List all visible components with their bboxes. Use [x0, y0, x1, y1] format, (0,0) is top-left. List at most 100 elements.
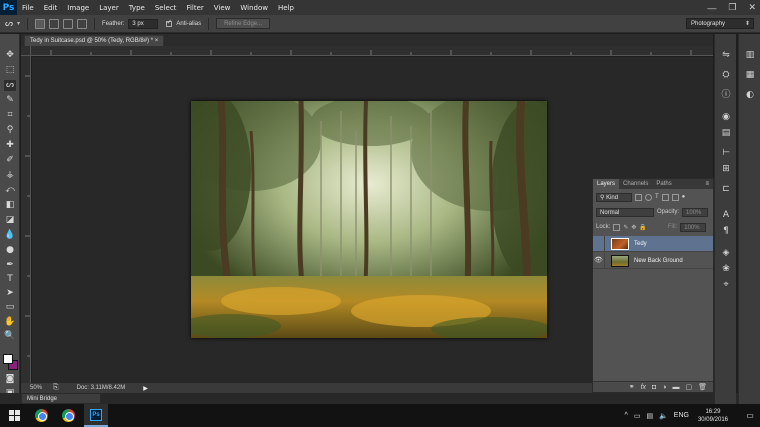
- histogram-icon[interactable]: ⇋: [720, 50, 732, 61]
- rectangle-tool-icon[interactable]: ▭: [4, 302, 16, 313]
- new-selection-icon[interactable]: [35, 18, 46, 29]
- windows-start-icon[interactable]: [9, 410, 20, 421]
- mini-bridge-tab[interactable]: Mini Bridge: [21, 393, 101, 404]
- crop-tool-icon[interactable]: ⌗: [4, 110, 16, 121]
- link-layers-icon[interactable]: ⚭: [629, 383, 635, 391]
- menu-help[interactable]: Help: [273, 4, 299, 12]
- tab-paths[interactable]: Paths: [652, 179, 675, 189]
- styles-icon[interactable]: ❀: [720, 264, 732, 275]
- tab-channels[interactable]: Channels: [619, 179, 652, 189]
- history-brush-tool-icon[interactable]: ⤺: [4, 185, 16, 196]
- export-icon[interactable]: ⎘: [53, 384, 59, 392]
- eraser-tool-icon[interactable]: ◧: [4, 200, 16, 211]
- layer-filter-select[interactable]: ⚲ Kind: [596, 192, 632, 202]
- foreground-color-swatch[interactable]: [3, 354, 13, 364]
- zoom-tool-icon[interactable]: 🔍: [4, 331, 16, 342]
- adjustment-layer-icon[interactable]: ◑: [662, 384, 666, 391]
- zoom-level[interactable]: 50%: [21, 385, 53, 391]
- hand-tool-icon[interactable]: ✋: [4, 317, 16, 328]
- refine-edge-button[interactable]: Refine Edge...: [216, 18, 271, 29]
- quick-mask-icon[interactable]: ◙: [4, 374, 16, 385]
- language-indicator[interactable]: ENG: [674, 412, 689, 419]
- clone-source-icon[interactable]: ⊞: [720, 164, 732, 175]
- actions-icon[interactable]: ▤: [720, 128, 732, 139]
- adjustments-icon[interactable]: ⛭: [720, 70, 732, 81]
- info-icon[interactable]: ⓘ: [720, 90, 732, 101]
- menu-view[interactable]: View: [209, 4, 236, 12]
- horizontal-ruler[interactable]: [31, 46, 713, 56]
- clock[interactable]: 16:29 30/09/2016: [698, 408, 728, 424]
- notifications-icon[interactable]: ▭: [740, 411, 760, 420]
- add-to-selection-icon[interactable]: [49, 18, 60, 29]
- menu-type[interactable]: Type: [124, 4, 150, 12]
- layers-icon[interactable]: ◈: [720, 248, 732, 259]
- history-icon[interactable]: ◉: [720, 112, 732, 123]
- lock-image-icon[interactable]: ✎: [623, 224, 628, 231]
- photoshop-taskbar-button[interactable]: Ps: [84, 404, 108, 427]
- path-selection-tool-icon[interactable]: ➤: [4, 288, 16, 299]
- lock-transparent-icon[interactable]: [613, 223, 621, 231]
- fill-input[interactable]: 100%: [680, 222, 707, 232]
- opacity-input[interactable]: 100%: [682, 207, 709, 217]
- dodge-tool-icon[interactable]: ●: [4, 245, 16, 256]
- tab-layers[interactable]: Layers: [593, 179, 620, 189]
- visibility-toggle[interactable]: [593, 235, 605, 252]
- menu-layer[interactable]: Layer: [94, 4, 124, 12]
- menu-image[interactable]: Image: [62, 4, 94, 12]
- lasso-tool-preset-icon[interactable]: ᔕ: [5, 18, 13, 29]
- ruler-origin[interactable]: [21, 46, 31, 56]
- network-icon[interactable]: ▤: [646, 412, 653, 420]
- eyedropper-tool-icon[interactable]: ⚲: [4, 125, 16, 136]
- quick-selection-tool-icon[interactable]: ✎: [4, 95, 16, 106]
- preset-dropdown-icon[interactable]: ▾: [17, 20, 20, 27]
- vertical-ruler[interactable]: [21, 56, 31, 383]
- document-canvas-image[interactable]: [191, 101, 547, 338]
- battery-icon[interactable]: ▭: [634, 412, 641, 420]
- blend-mode-select[interactable]: Normal: [596, 207, 654, 217]
- antialias-checkbox[interactable]: [166, 18, 173, 27]
- document-tab[interactable]: Tedy in Suitcase.psd @ 50% (Tedy, RGB/8#…: [24, 35, 165, 46]
- restore-button[interactable]: ❐: [728, 2, 736, 13]
- volume-icon[interactable]: 🔈: [659, 412, 668, 420]
- filter-type-icon[interactable]: T: [655, 194, 659, 200]
- chrome-icon-2[interactable]: [62, 409, 75, 422]
- layer-row-tedy[interactable]: Tedy: [593, 235, 713, 252]
- menu-edit[interactable]: Edit: [39, 4, 63, 12]
- menu-filter[interactable]: Filter: [181, 4, 208, 12]
- filter-pixel-icon[interactable]: [635, 193, 642, 201]
- menu-window[interactable]: Window: [235, 4, 273, 12]
- healing-brush-tool-icon[interactable]: ✚: [4, 140, 16, 151]
- menu-file[interactable]: File: [17, 4, 39, 12]
- styles-panel-icon[interactable]: ◐: [744, 90, 756, 101]
- filter-adjustment-icon[interactable]: [645, 193, 652, 201]
- new-group-icon[interactable]: ▬: [672, 384, 679, 391]
- filter-smart-object-icon[interactable]: [671, 193, 679, 201]
- minimize-button[interactable]: —: [707, 3, 716, 13]
- character-icon[interactable]: ⊏: [720, 184, 732, 195]
- layer-mask-icon[interactable]: ◘: [652, 384, 656, 391]
- subtract-from-selection-icon[interactable]: [63, 18, 74, 29]
- blur-tool-icon[interactable]: 💧: [4, 230, 16, 241]
- workspace-select[interactable]: Photography ⬍: [686, 18, 754, 29]
- delete-layer-icon[interactable]: 🗑: [698, 383, 707, 391]
- eye-icon[interactable]: 👁: [593, 252, 605, 269]
- properties-icon[interactable]: ⌖: [720, 280, 732, 291]
- close-button[interactable]: ✕: [748, 2, 756, 13]
- type-tool-icon[interactable]: T: [4, 274, 16, 285]
- move-tool-icon[interactable]: ✥: [4, 50, 16, 61]
- character-panel-icon[interactable]: A: [720, 210, 732, 221]
- filter-shape-icon[interactable]: [661, 193, 669, 201]
- clone-stamp-tool-icon[interactable]: ⚶: [4, 170, 16, 181]
- chevron-up-icon[interactable]: ^: [625, 412, 628, 419]
- color-icon[interactable]: ▥: [744, 50, 756, 61]
- lock-position-icon[interactable]: ✥: [631, 224, 636, 231]
- marquee-tool-icon[interactable]: ⬚: [4, 65, 16, 76]
- layer-style-icon[interactable]: fx: [641, 384, 646, 391]
- chrome-icon[interactable]: [35, 409, 48, 422]
- paint-bucket-tool-icon[interactable]: ◪: [4, 215, 16, 226]
- menu-select[interactable]: Select: [150, 4, 182, 12]
- brush-tool-icon[interactable]: ✐: [4, 155, 16, 166]
- lasso-tool-icon[interactable]: ᔕ: [4, 80, 16, 91]
- lock-all-icon[interactable]: 🔒: [639, 224, 646, 231]
- status-menu-arrow[interactable]: ▶: [143, 385, 148, 392]
